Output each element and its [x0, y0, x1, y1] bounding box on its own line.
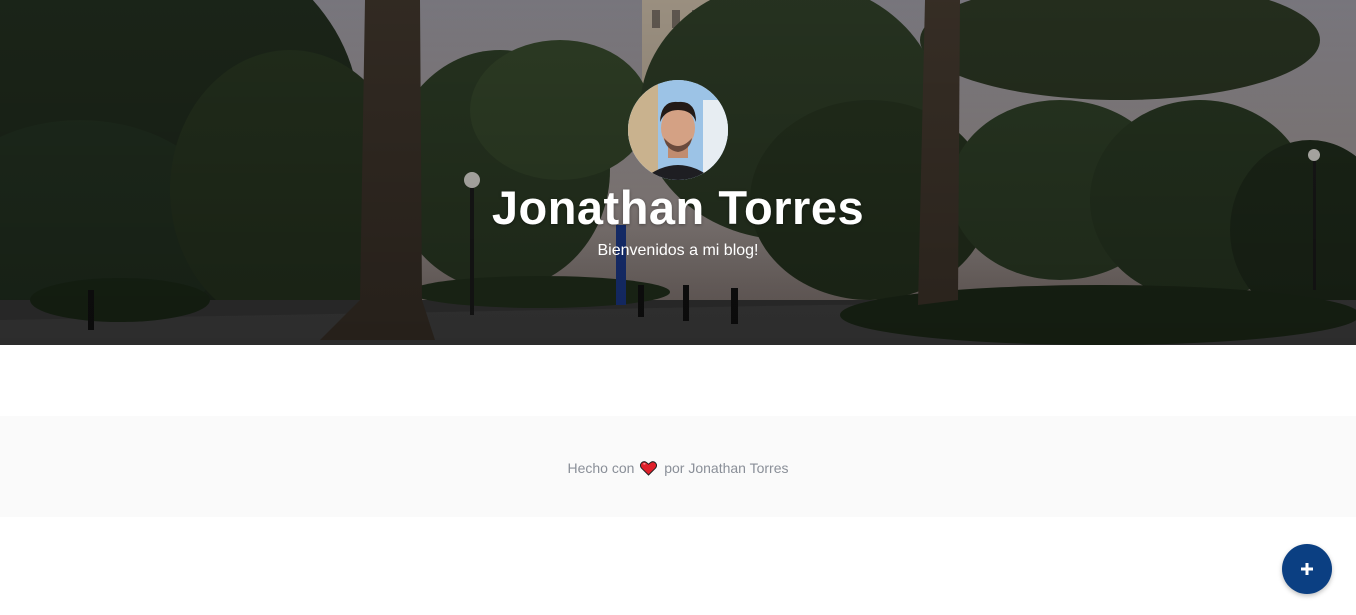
heart-icon: [640, 461, 658, 479]
footer-author: por Jonathan Torres: [664, 460, 789, 476]
avatar-image: [628, 80, 728, 180]
footer-credit: Hecho con por Jonathan Torres: [0, 460, 1356, 479]
page-subtitle: Bienvenidos a mi blog!: [597, 242, 759, 259]
plus-icon: [1301, 563, 1313, 575]
hero-content: Jonathan Torres Bienvenidos a mi blog!: [0, 0, 1356, 345]
footer: Hecho con por Jonathan Torres: [0, 416, 1356, 517]
hero-header: Jonathan Torres Bienvenidos a mi blog!: [0, 0, 1356, 345]
footer-prefix: Hecho con: [567, 460, 635, 476]
page-title: Jonathan Torres: [491, 181, 865, 234]
avatar: [628, 80, 728, 180]
add-button[interactable]: [1282, 544, 1332, 594]
